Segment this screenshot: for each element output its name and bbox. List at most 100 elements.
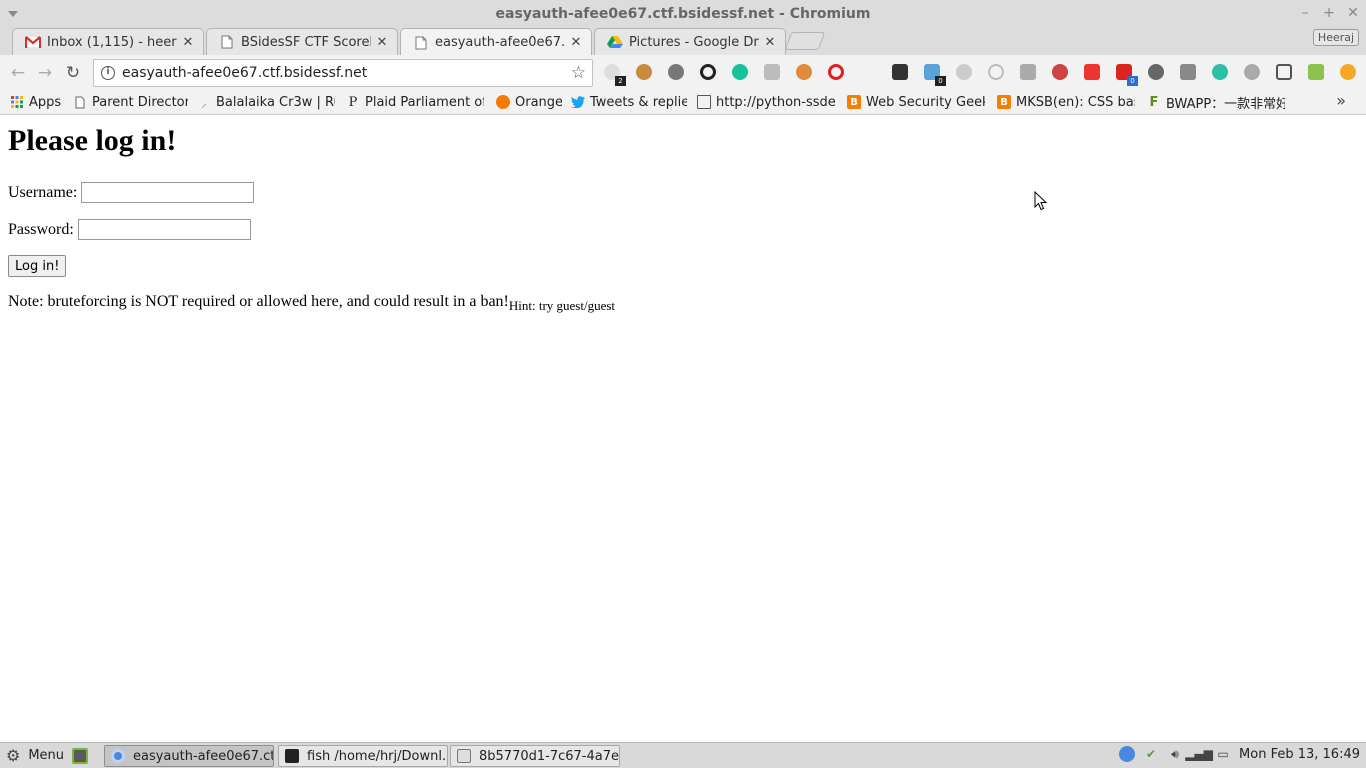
bookmark-label: Web Security Geeks — [866, 94, 985, 110]
extension-icon[interactable] — [1308, 64, 1324, 80]
extension-icon[interactable] — [892, 64, 908, 80]
network-signal-icon[interactable]: ▂▄▆ — [1185, 746, 1213, 762]
info-icon[interactable]: i — [101, 66, 115, 80]
password-input[interactable] — [77, 219, 251, 240]
shield-check-icon[interactable]: ✔ — [1143, 746, 1159, 762]
blogger-icon: B — [847, 95, 861, 109]
bookmark-star-icon[interactable]: ☆ — [571, 63, 586, 83]
tab-easyauth[interactable]: easyauth-afee0e67.ctf.b ✕ — [400, 28, 592, 56]
bookmark-label: Orange — [515, 94, 562, 110]
extension-icon[interactable] — [1148, 64, 1164, 80]
bruteforce-note: Note: bruteforcing is NOT required or al… — [8, 293, 615, 314]
extension-icon[interactable] — [1276, 64, 1292, 80]
orange-icon — [496, 95, 510, 109]
extension-icon[interactable] — [956, 64, 972, 80]
back-icon[interactable]: ← — [8, 63, 28, 83]
username-input[interactable] — [81, 182, 255, 203]
close-tab-icon[interactable]: ✕ — [569, 35, 583, 50]
login-button[interactable]: Log in! — [8, 255, 67, 277]
extension-icon[interactable] — [988, 64, 1004, 80]
chevron-double-right-icon[interactable]: » — [1336, 91, 1346, 110]
doc-icon — [697, 95, 711, 109]
tab-scoreboard[interactable]: BSidesSF CTF Scoreboa ✕ — [206, 28, 398, 55]
google-drive-icon — [607, 34, 623, 50]
page-icon — [219, 34, 235, 50]
task-label: fish /home/hrj/Downl... — [307, 748, 448, 764]
grammarly-icon[interactable] — [732, 64, 748, 80]
extension-icon[interactable] — [860, 64, 876, 80]
extension-icon[interactable] — [668, 64, 684, 80]
sync-icon[interactable] — [700, 64, 716, 80]
bookmark-label: MKSB(en): CSS base — [1016, 94, 1135, 110]
tab-label: Inbox (1,115) - heeraj12 — [47, 34, 177, 50]
bookmark-web-security-geeks[interactable]: B Web Security Geeks — [847, 93, 985, 111]
bookmark-apps[interactable]: Apps — [10, 93, 72, 111]
bookmark-plaid-parliament[interactable]: P Plaid Parliament of P — [346, 93, 484, 111]
task-label: 8b5770d1-7c67-4a7e-... — [479, 748, 619, 764]
profile-button[interactable]: Heeraj — [1313, 29, 1359, 46]
globe-icon[interactable] — [1244, 64, 1260, 80]
broom-icon: ⸝ — [200, 95, 207, 110]
opera-icon[interactable] — [828, 64, 844, 80]
note-text: Note: bruteforcing is NOT required or al… — [8, 293, 509, 310]
close-window-icon[interactable]: ✕ — [1346, 5, 1360, 21]
bookmarks-bar: Apps Parent Directory ⸝ Balalaika Cr3w |… — [0, 90, 1366, 115]
bookmark-orange[interactable]: Orange — [496, 93, 562, 111]
blogger-icon: B — [997, 95, 1011, 109]
page-icon — [73, 95, 87, 109]
gear-icon: ⚙ — [6, 746, 21, 765]
bookmark-tweets[interactable]: Tweets & replies — [571, 93, 687, 111]
extension-icon[interactable] — [764, 64, 780, 80]
tab-google-drive[interactable]: Pictures - Google Drive ✕ — [594, 28, 786, 55]
close-tab-icon[interactable]: ✕ — [181, 35, 195, 50]
bookmark-mksb[interactable]: B MKSB(en): CSS base — [997, 93, 1135, 111]
password-row: Password: — [8, 219, 251, 240]
maximize-icon[interactable]: + — [1322, 5, 1336, 21]
hint-text: Hint: try guest/guest — [508, 298, 616, 313]
extension-icon[interactable] — [1020, 64, 1036, 80]
extension-icon[interactable] — [796, 64, 812, 80]
checkbox-extension-icon[interactable] — [1180, 64, 1196, 80]
address-bar[interactable]: i easyauth-afee0e67.ctf.bsidessf.net ☆ — [93, 59, 593, 87]
cookie-icon[interactable] — [636, 64, 652, 80]
taskbar-task-fish[interactable]: fish /home/hrj/Downl... — [278, 745, 448, 767]
password-label: Password: — [8, 220, 74, 238]
taskbar-task-drive[interactable]: 8b5770d1-7c67-4a7e-... — [450, 745, 620, 767]
close-tab-icon[interactable]: ✕ — [375, 35, 389, 50]
extension-icon[interactable] — [1340, 64, 1356, 80]
minimize-icon[interactable]: – — [1298, 5, 1312, 21]
new-tab-button[interactable] — [784, 32, 826, 50]
bookmark-bwapp[interactable]: F BWAPP：一款非常好 — [1147, 93, 1285, 112]
f-icon: F — [1149, 94, 1159, 110]
bookmark-label: Apps — [29, 94, 62, 110]
apps-grid-icon — [10, 95, 24, 109]
close-tab-icon[interactable]: ✕ — [763, 35, 777, 50]
task-label: easyauth-afee0e67.ct... — [133, 748, 274, 764]
bookmark-label: Tweets & replies — [590, 94, 687, 110]
bookmark-python-ssdeep[interactable]: http://python-ssdeep — [697, 93, 835, 111]
clock[interactable]: Mon Feb 13, 16:49 — [1239, 747, 1360, 762]
volume-icon[interactable]: 🔊︎ — [1167, 746, 1183, 762]
gmail-icon — [25, 34, 41, 50]
start-menu-button[interactable]: ⚙ Menu — [6, 746, 89, 765]
forward-icon[interactable]: → — [35, 63, 55, 83]
bookmark-balalaika[interactable]: ⸝ Balalaika Cr3w | Rus — [197, 93, 335, 111]
twitter-icon — [571, 95, 585, 109]
window-controls: – + ✕ — [1298, 5, 1360, 21]
show-desktop-icon[interactable] — [72, 747, 89, 764]
chromium-tray-icon[interactable] — [1119, 746, 1136, 762]
username-row: Username: — [8, 182, 255, 203]
tab-gmail[interactable]: Inbox (1,115) - heeraj12 ✕ — [12, 28, 204, 55]
reload-icon[interactable]: ↻ — [63, 63, 83, 83]
extension-icon[interactable] — [1084, 64, 1100, 80]
battery-icon[interactable]: ▭ — [1215, 746, 1231, 762]
tab-strip: Inbox (1,115) - heeraj12 ✕ BSidesSF CTF … — [0, 26, 1366, 56]
extension-icon[interactable] — [1052, 64, 1068, 80]
taskbar-task-chromium[interactable]: easyauth-afee0e67.ct... — [104, 745, 274, 767]
username-label: Username: — [8, 183, 78, 201]
extension-badge: 2 — [615, 76, 626, 86]
bookmark-parent-directory[interactable]: Parent Directory — [73, 93, 188, 111]
chromium-icon — [111, 749, 125, 763]
page-title: Please log in! — [8, 124, 177, 157]
alarm-icon[interactable] — [1212, 64, 1228, 80]
